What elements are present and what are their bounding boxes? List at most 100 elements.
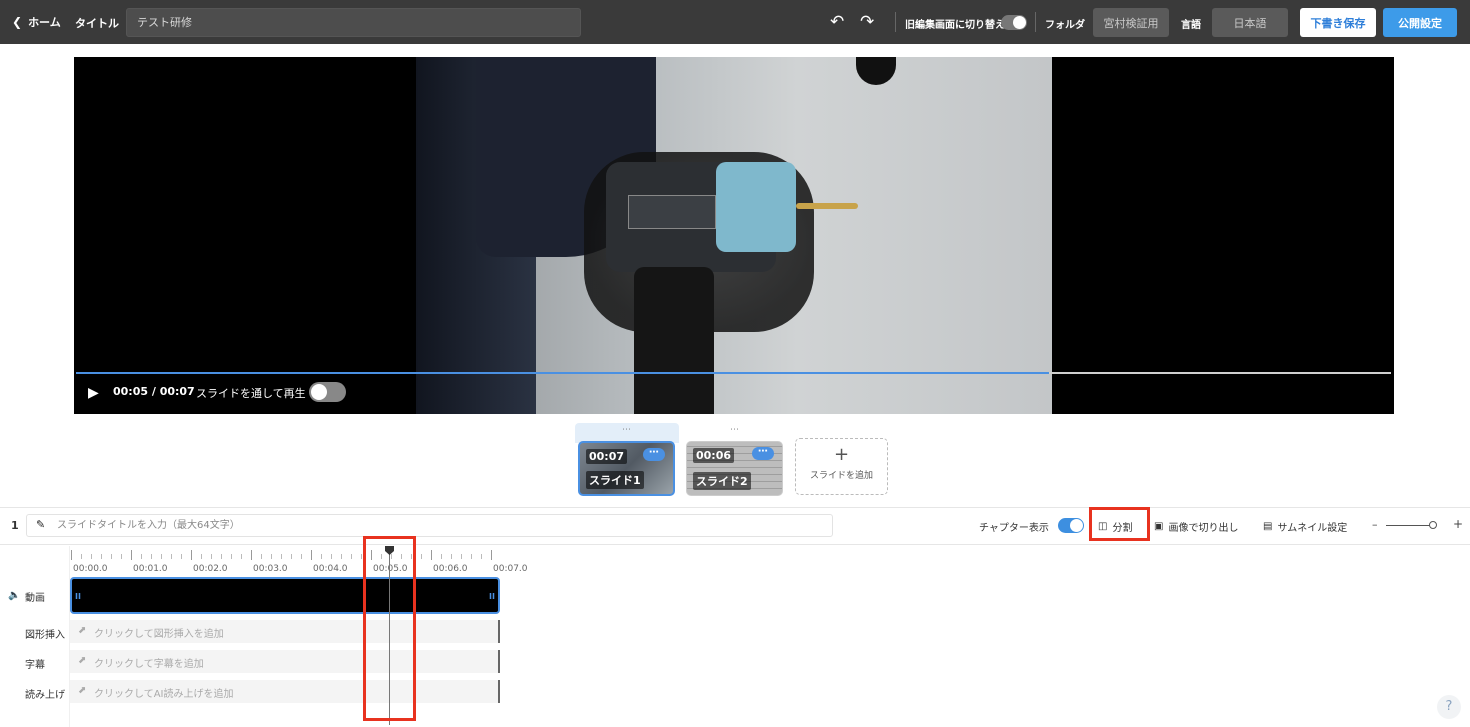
chevron-left-icon: ❮ xyxy=(12,15,23,29)
clip-right-handle[interactable]: II xyxy=(489,592,495,601)
slide-play-label: スライドを通して再生 xyxy=(196,387,306,400)
back-home-label: ホーム xyxy=(28,16,61,29)
ruler-minor-tick xyxy=(101,554,102,559)
video-frame xyxy=(416,57,1052,414)
video-progress-bar[interactable] xyxy=(76,372,1391,374)
video-clip[interactable]: II II xyxy=(70,577,500,614)
ruler-minor-tick xyxy=(161,554,162,559)
cursor-icon: ⬈ xyxy=(78,625,87,636)
undo-icon[interactable]: ↶ xyxy=(830,12,844,32)
speaker-icon[interactable]: 🔈 xyxy=(8,590,20,601)
shape-track[interactable]: ⬈ クリックして図形挿入を追加 xyxy=(70,620,500,643)
zoom-in-icon[interactable]: + xyxy=(1453,517,1463,531)
ruler-major-tick xyxy=(71,550,72,560)
track-label-video: 動画 xyxy=(25,593,45,604)
ruler-major-tick xyxy=(191,550,192,560)
add-slide-label: スライドを追加 xyxy=(809,471,873,481)
ruler-tick-label: 00:03.0 xyxy=(253,564,288,574)
video-player[interactable]: ▶ 00:05 / 00:07 スライドを通して再生 xyxy=(74,57,1394,414)
folder-select[interactable]: 宮村検証用 xyxy=(1093,8,1169,37)
chapter-display-toggle[interactable] xyxy=(1058,518,1084,533)
slide-thumbnail-1[interactable]: 00:07 ⋯ スライド1 xyxy=(578,441,675,496)
ruler-minor-tick xyxy=(291,554,292,559)
plus-icon: + xyxy=(833,444,850,465)
ruler-minor-tick xyxy=(111,554,112,559)
add-slide-button[interactable]: + スライドを追加 xyxy=(795,438,888,495)
ruler-minor-tick xyxy=(241,554,242,559)
old-editor-toggle[interactable] xyxy=(1001,15,1027,30)
more-options-icon[interactable]: ⋯ xyxy=(643,448,665,461)
subtitle-track[interactable]: ⬈ クリックして字幕を追加 xyxy=(70,650,500,673)
drill-accent-shape xyxy=(716,162,796,252)
ruler-minor-tick xyxy=(321,554,322,559)
divider xyxy=(895,12,896,32)
ruler-tick-label: 00:07.0 xyxy=(493,564,528,574)
thumbnail-settings-button[interactable]: ▤ サムネイル設定 xyxy=(1263,519,1347,534)
ruler-minor-tick xyxy=(301,554,302,559)
ruler-major-tick xyxy=(491,550,492,560)
folder-label: フォルダ xyxy=(1045,20,1085,31)
pencil-icon: ✎ xyxy=(36,518,46,531)
crop-image-icon: ▣ xyxy=(1154,521,1164,532)
slide-duration: 00:07 xyxy=(586,449,628,464)
ruler-minor-tick xyxy=(461,554,462,559)
help-button[interactable]: ? xyxy=(1437,695,1461,719)
toggle-knob xyxy=(1013,16,1026,29)
slide-strip: ⋯ ⋯ 00:07 ⋯ スライド1 00:06 ⋯ スライド2 + スライドを追… xyxy=(0,420,1470,505)
ruler-minor-tick xyxy=(351,554,352,559)
narration-track-hint: クリックしてAI読み上げを追加 xyxy=(94,689,234,700)
ruler-tick-label: 00:06.0 xyxy=(433,564,468,574)
zoom-slider-knob[interactable] xyxy=(1429,521,1437,529)
language-select[interactable]: 日本語 xyxy=(1212,8,1288,37)
slide-name: スライド2 xyxy=(693,472,751,490)
more-options-icon[interactable]: ⋯ xyxy=(752,447,774,460)
slide-thumbnail-2[interactable]: 00:06 ⋯ スライド2 xyxy=(686,441,783,496)
ruler-major-tick xyxy=(131,550,132,560)
divider xyxy=(1035,12,1036,32)
zoom-out-icon[interactable]: – xyxy=(1372,518,1378,531)
track-label-shape: 図形挿入 xyxy=(25,630,65,641)
drag-handle-icon[interactable]: ⋯ xyxy=(622,425,631,435)
ruler-minor-tick xyxy=(231,554,232,559)
ruler-tick-label: 00:01.0 xyxy=(133,564,168,574)
timeline-ruler[interactable] xyxy=(70,550,530,560)
ruler-minor-tick xyxy=(181,554,182,559)
play-icon[interactable]: ▶ xyxy=(88,385,99,401)
clip-left-handle[interactable]: II xyxy=(75,592,81,601)
drag-handle-icon[interactable]: ⋯ xyxy=(730,425,739,435)
shape-track-hint: クリックして図形挿入を追加 xyxy=(94,629,224,640)
slide-duration: 00:06 xyxy=(693,448,735,463)
redo-icon[interactable]: ↷ xyxy=(860,12,874,32)
slide-title-input[interactable]: スライドタイトルを入力（最大64文字） xyxy=(26,514,833,537)
timeline: 00:00.0 00:01.0 00:02.0 00:03.0 00:04.0 00:05… xyxy=(0,536,1470,727)
zoom-slider[interactable] xyxy=(1386,525,1433,526)
slide-play-toggle[interactable] xyxy=(309,382,346,402)
ruler-minor-tick xyxy=(171,554,172,559)
slide-number: 1 xyxy=(11,519,19,532)
divider xyxy=(0,544,1470,545)
glove-top-shape xyxy=(856,57,896,85)
ruler-major-tick xyxy=(431,550,432,560)
title-input[interactable]: テスト研修 xyxy=(126,8,581,37)
subtitle-track-hint: クリックして字幕を追加 xyxy=(94,659,204,670)
back-home-button[interactable]: ❮ ホーム xyxy=(12,14,61,30)
save-draft-button[interactable]: 下書き保存 xyxy=(1300,8,1376,37)
ruler-minor-tick xyxy=(271,554,272,559)
top-bar: ❮ ホーム タイトル テスト研修 ↶ ↷ 旧編集画面に切り替え フォルダ 宮村検… xyxy=(0,0,1470,44)
drill-grip-shape xyxy=(634,267,714,414)
ruler-tick-label: 00:00.0 xyxy=(73,564,108,574)
video-progress-fill xyxy=(76,372,1050,374)
ruler-minor-tick xyxy=(441,554,442,559)
crop-image-button[interactable]: ▣ 画像で切り出し xyxy=(1154,519,1238,534)
narration-track[interactable]: ⬈ クリックしてAI読み上げを追加 xyxy=(70,680,500,703)
ruler-tick-label: 00:04.0 xyxy=(313,564,348,574)
ruler-tick-label: 00:02.0 xyxy=(193,564,228,574)
playhead-highlight-box xyxy=(363,536,416,721)
ruler-minor-tick xyxy=(91,554,92,559)
title-label: タイトル xyxy=(75,17,119,30)
ruler-minor-tick xyxy=(481,554,482,559)
ruler-minor-tick xyxy=(471,554,472,559)
publish-settings-button[interactable]: 公開設定 xyxy=(1383,8,1457,37)
ruler-minor-tick xyxy=(121,554,122,559)
ruler-major-tick xyxy=(251,550,252,560)
